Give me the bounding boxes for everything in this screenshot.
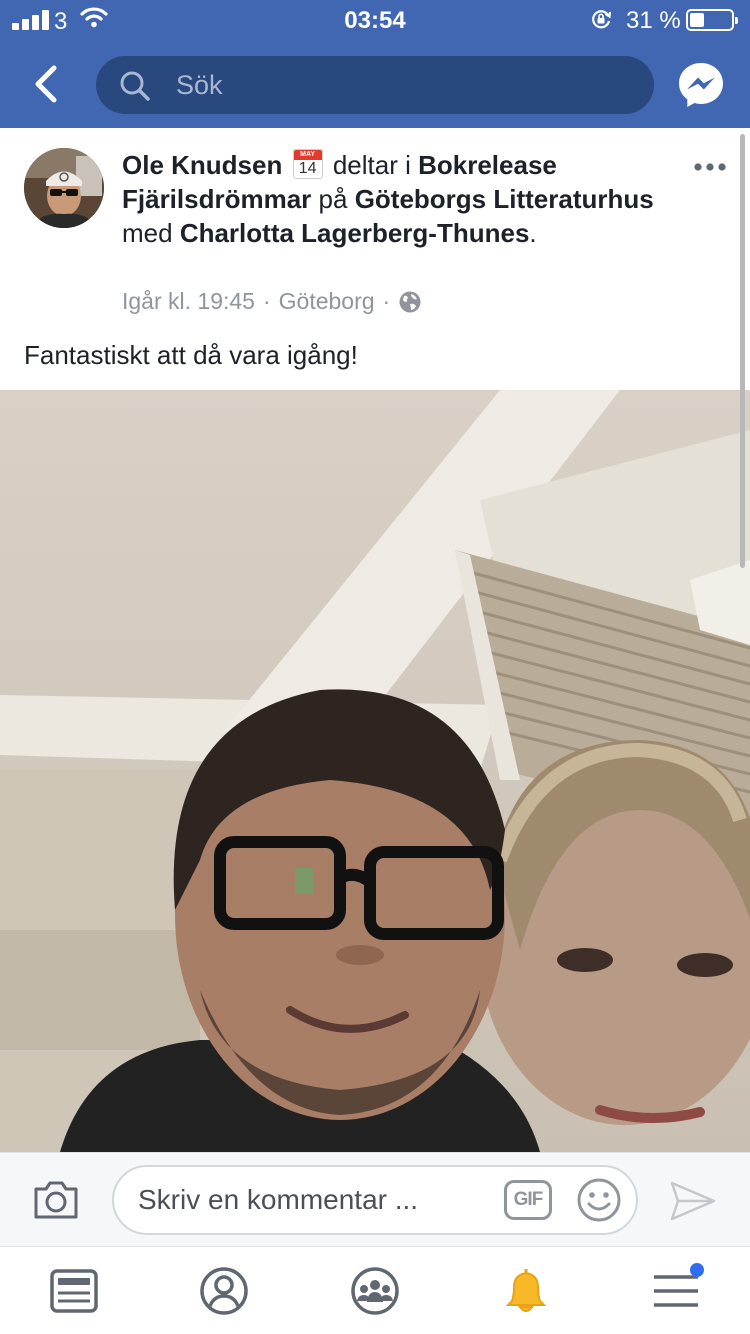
more-options-icon[interactable] — [692, 160, 728, 174]
timestamp[interactable]: Igår kl. 19:45 — [122, 288, 255, 315]
author-name[interactable]: Ole Knudsen — [122, 150, 282, 180]
at-text: på — [318, 184, 348, 214]
search-icon — [120, 71, 150, 101]
notification-dot — [690, 1263, 704, 1277]
meta-separator: · — [382, 288, 391, 314]
location[interactable]: Göteborg — [279, 288, 375, 315]
tab-bar — [0, 1246, 750, 1334]
battery-icon — [686, 9, 738, 31]
bell-icon[interactable] — [500, 1265, 552, 1317]
period: . — [529, 218, 537, 248]
post-text: Fantastiskt att då vara igång! — [24, 340, 358, 370]
comment-box[interactable]: GIF — [112, 1165, 638, 1235]
post-header: Ole Knudsen MAY 14 deltar i Bokrelease Fj… — [0, 128, 750, 390]
calendar-icon: MAY 14 — [292, 149, 323, 179]
back-chevron-icon[interactable] — [26, 62, 66, 106]
post-headline: Ole Knudsen MAY 14 deltar i Bokrelease Fj… — [122, 148, 682, 250]
search-bar[interactable] — [96, 56, 654, 114]
groups-icon[interactable] — [349, 1265, 401, 1317]
gif-button[interactable]: GIF — [504, 1180, 552, 1220]
top-bar: 3 03:54 31 % — [0, 0, 750, 128]
post-photo[interactable] — [0, 390, 750, 1152]
emoji-icon[interactable] — [576, 1177, 622, 1223]
rotation-lock-icon — [592, 10, 612, 29]
comment-bar: GIF — [0, 1152, 750, 1246]
profile-icon[interactable] — [198, 1265, 250, 1317]
post-meta: Igår kl. 19:45 · Göteborg · — [122, 288, 422, 315]
feed-icon[interactable] — [48, 1265, 100, 1317]
meta-separator: · — [262, 288, 271, 314]
comment-input[interactable] — [138, 1167, 478, 1233]
venue-link[interactable]: Göteborgs Litteraturhus — [355, 184, 654, 214]
battery-level — [690, 13, 704, 27]
messenger-icon[interactable] — [676, 60, 726, 110]
status-bar: 3 03:54 31 % — [0, 0, 750, 40]
tagged-person-link[interactable]: Charlotta Lagerberg-Thunes — [180, 218, 530, 248]
with-text: med — [122, 218, 173, 248]
avatar[interactable] — [24, 148, 104, 228]
send-icon[interactable] — [668, 1179, 718, 1223]
globe-icon — [399, 291, 421, 312]
verb-text: deltar i — [332, 150, 411, 180]
scrollbar[interactable] — [740, 134, 745, 568]
camera-icon[interactable] — [32, 1179, 80, 1221]
search-input[interactable] — [176, 56, 616, 114]
battery-percent: 31 % — [626, 7, 681, 34]
